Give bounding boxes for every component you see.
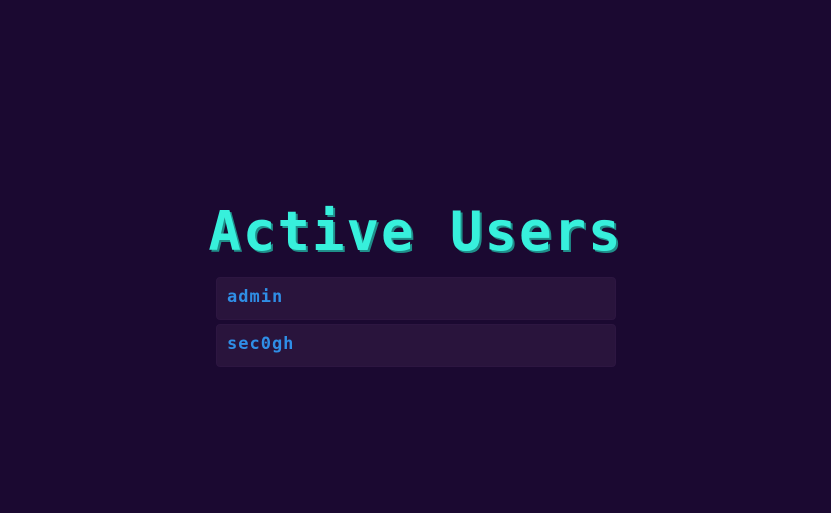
user-list-item[interactable]: admin: [216, 277, 616, 320]
user-list: admin sec0gh: [216, 277, 616, 371]
user-name: sec0gh: [227, 334, 295, 354]
user-list-item[interactable]: sec0gh: [216, 324, 616, 367]
active-users-page: Active Users admin sec0gh: [0, 0, 831, 513]
page-title: Active Users: [208, 200, 623, 263]
user-name: admin: [227, 287, 284, 307]
